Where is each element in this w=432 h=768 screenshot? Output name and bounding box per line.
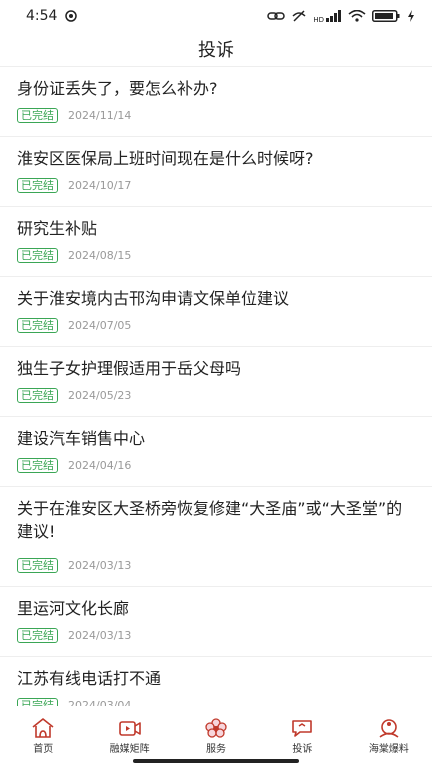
mute-icon (292, 10, 306, 22)
page-header: 投诉 (0, 32, 432, 66)
item-date: 2024/05/23 (68, 389, 132, 402)
list-item[interactable]: 关于淮安境内古邗沟申请文保单位建议 已完结 2024/07/05 (0, 276, 432, 346)
status-badge: 已完结 (17, 458, 58, 473)
status-bar: 4:54 HD (0, 0, 432, 32)
item-title: 江苏有线电话打不通 (17, 669, 162, 688)
item-title: 独生子女护理假适用于岳父母吗 (17, 359, 242, 378)
page-title: 投诉 (198, 40, 234, 61)
item-title: 建设汽车销售中心 (17, 429, 146, 448)
list-item[interactable]: 关于在淮安区大圣桥旁恢复修建“大圣庙”或“大圣堂”的建议! 已完结 2024/03… (0, 486, 432, 586)
tab-begonia-tips[interactable]: 海棠爆料 (346, 706, 432, 756)
status-badge: 已完结 (17, 318, 58, 333)
tab-home[interactable]: 首页 (0, 706, 86, 756)
item-title: 里运河文化长廊 (17, 599, 130, 618)
item-title: 关于淮安境内古邗沟申请文保单位建议 (17, 289, 290, 308)
item-title: 研究生补贴 (17, 219, 98, 238)
complaint-icon (292, 720, 313, 737)
tab-service[interactable]: 服务 (173, 706, 259, 756)
person-icon (379, 719, 399, 738)
status-badge: 已完结 (17, 558, 58, 573)
network-type: HD (313, 15, 324, 24)
list-item[interactable]: 身份证丢失了，要怎么补办? 已完结 2024/11/14 (0, 66, 432, 136)
status-badge: 已完结 (17, 178, 58, 193)
list-item[interactable]: 淮安区医保局上班时间现在是什么时候呀? 已完结 2024/10/17 (0, 136, 432, 206)
item-title: 淮安区医保局上班时间现在是什么时候呀? (17, 149, 314, 168)
list-item[interactable]: 里运河文化长廊 已完结 2024/03/13 (0, 586, 432, 656)
signal-icon (326, 10, 341, 22)
status-badge: 已完结 (17, 248, 58, 263)
status-badge: 已完结 (17, 628, 58, 643)
notification-icon (65, 10, 78, 22)
link-icon (267, 12, 286, 20)
item-date: 2024/07/05 (68, 319, 132, 332)
status-badge: 已完结 (17, 388, 58, 403)
list-item[interactable]: 建设汽车销售中心 已完结 2024/04/16 (0, 416, 432, 486)
item-date: 2024/03/13 (68, 629, 132, 642)
item-title: 关于在淮安区大圣桥旁恢复修建“大圣庙”或“大圣堂”的建议! (17, 499, 403, 541)
tab-complaint[interactable]: 投诉 (259, 706, 345, 756)
charging-icon (408, 10, 414, 22)
wifi-icon (348, 10, 366, 22)
status-time: 4:54 (26, 8, 58, 24)
item-date: 2024/10/17 (68, 179, 132, 192)
list-item[interactable]: 研究生补贴 已完结 2024/08/15 (0, 206, 432, 276)
flower-icon (205, 718, 227, 738)
tab-label: 投诉 (292, 744, 313, 755)
bottom-tab-bar: 首页 融媒矩阵 服务 投诉 海棠爆料 (0, 706, 432, 756)
list-item[interactable]: 独生子女护理假适用于岳父母吗 已完结 2024/05/23 (0, 346, 432, 416)
item-date: 2024/04/16 (68, 459, 132, 472)
status-badge: 已完结 (17, 108, 58, 123)
home-indicator[interactable] (133, 759, 299, 763)
tab-label: 融媒矩阵 (109, 744, 150, 755)
complaint-list: 身份证丢失了，要怎么补办? 已完结 2024/11/14 淮安区医保局上班时间现在… (0, 66, 432, 726)
tab-label: 首页 (33, 744, 54, 755)
video-icon (118, 721, 141, 736)
tab-label: 海棠爆料 (368, 744, 409, 755)
tab-media-matrix[interactable]: 融媒矩阵 (86, 706, 172, 756)
battery-icon (372, 10, 400, 22)
item-date: 2024/03/13 (68, 559, 132, 572)
tab-label: 服务 (206, 744, 227, 755)
home-icon (32, 718, 54, 738)
item-title: 身份证丢失了，要怎么补办? (17, 79, 218, 98)
item-date: 2024/11/14 (68, 109, 132, 122)
item-date: 2024/08/15 (68, 249, 132, 262)
